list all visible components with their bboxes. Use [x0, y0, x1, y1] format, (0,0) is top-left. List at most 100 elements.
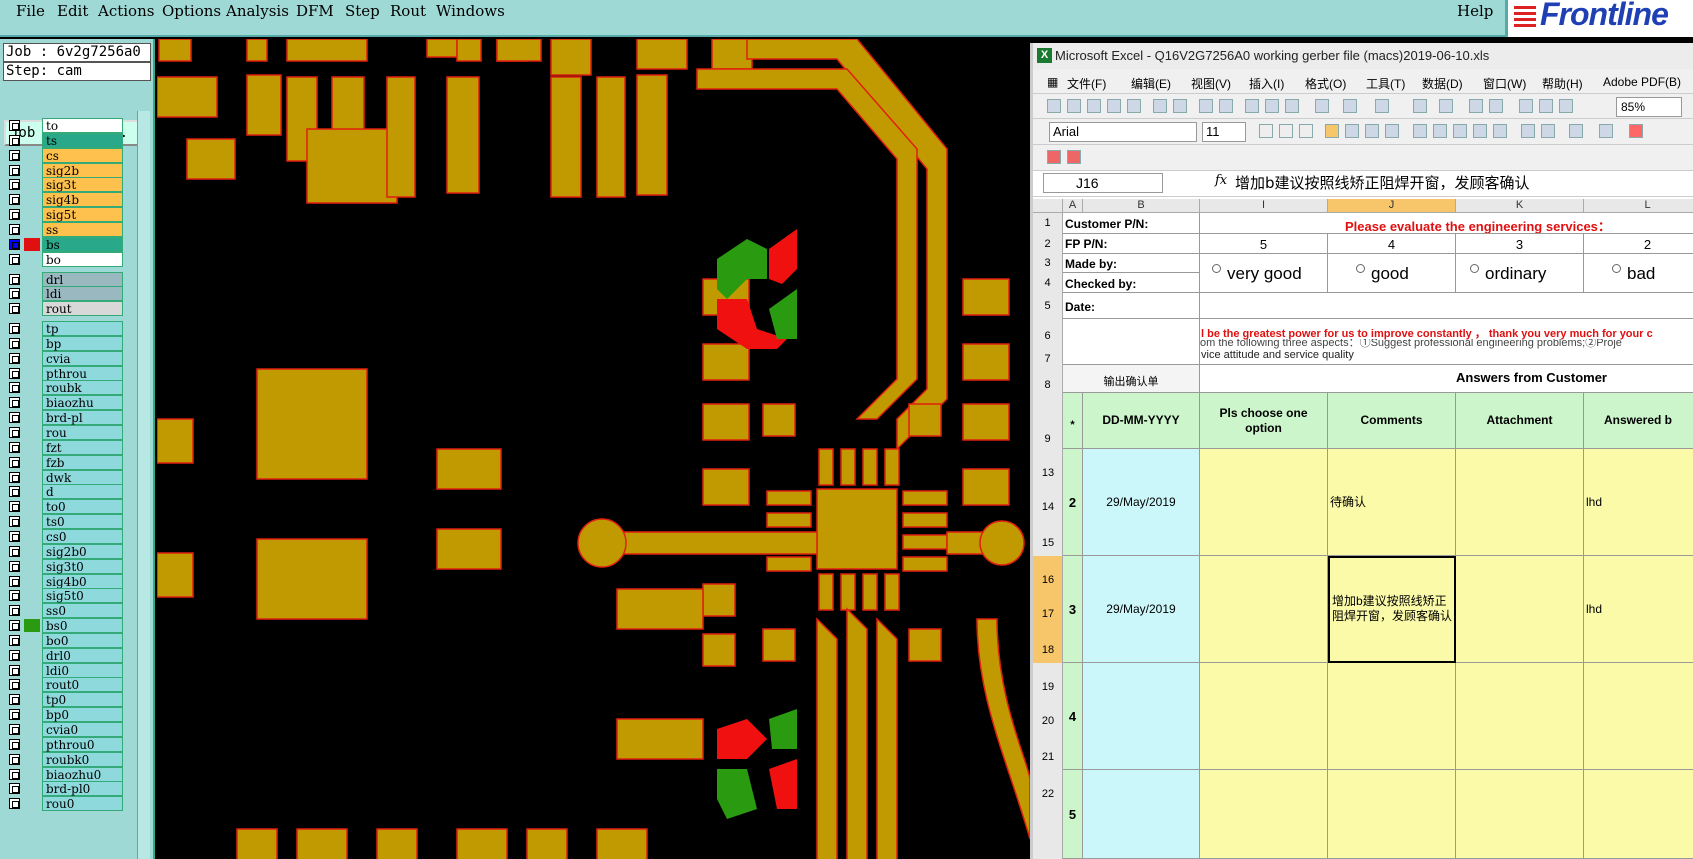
- layer-row[interactable]: sig2b: [4, 162, 123, 178]
- row-attachment[interactable]: [1456, 770, 1584, 859]
- layer-name[interactable]: drl: [42, 271, 123, 287]
- cell-score-2[interactable]: 2: [1584, 234, 1693, 254]
- cell-date[interactable]: Date:: [1063, 293, 1200, 319]
- layer-row[interactable]: rout0: [4, 677, 123, 693]
- cell-answers-heading[interactable]: Answers from Customer: [1200, 365, 1693, 393]
- header-comments[interactable]: Comments: [1328, 393, 1456, 449]
- row-number[interactable]: 2: [1063, 449, 1083, 556]
- menu-dfm[interactable]: DFM: [296, 2, 334, 20]
- menu-windows[interactable]: Windows: [436, 2, 505, 20]
- layer-name[interactable]: cvia0: [42, 722, 123, 737]
- layer-row[interactable]: fzb: [4, 454, 123, 470]
- layer-name[interactable]: rou0: [42, 796, 123, 812]
- layer-row[interactable]: dwk: [4, 469, 123, 485]
- row-date[interactable]: [1083, 663, 1200, 770]
- excel-menu-view[interactable]: 视图(V): [1191, 75, 1231, 92]
- increase-decimal-icon[interactable]: [1473, 124, 1487, 138]
- layer-row[interactable]: brd-pl0: [4, 781, 123, 797]
- cell-date-value[interactable]: [1200, 293, 1693, 319]
- layer-color-swatch[interactable]: [24, 723, 40, 736]
- row-number[interactable]: 5: [1063, 770, 1083, 859]
- col-header-l[interactable]: L: [1584, 199, 1693, 213]
- layer-color-swatch[interactable]: [24, 500, 40, 513]
- layer-row[interactable]: ss0: [4, 603, 123, 619]
- excel-menu-insert[interactable]: 插入(I): [1249, 75, 1284, 92]
- research-icon[interactable]: [1219, 99, 1233, 113]
- layer-row[interactable]: rou0: [4, 796, 123, 812]
- layer-checkbox[interactable]: [9, 149, 20, 161]
- layer-color-swatch[interactable]: [24, 768, 40, 781]
- row-header-9[interactable]: 9: [1033, 393, 1063, 449]
- row-attachment[interactable]: [1456, 556, 1584, 663]
- layer-row[interactable]: biaozhu: [4, 395, 123, 411]
- sort-descending-icon[interactable]: [1489, 99, 1503, 113]
- layer-name[interactable]: biaozhu0: [42, 766, 123, 782]
- sort-ascending-icon[interactable]: [1469, 99, 1483, 113]
- layer-name[interactable]: sig4b0: [42, 573, 123, 589]
- layer-color-swatch[interactable]: [24, 134, 40, 147]
- header-answered-by[interactable]: Answered b: [1584, 393, 1693, 449]
- layer-color-swatch[interactable]: [24, 411, 40, 424]
- layer-row[interactable]: bs: [4, 236, 123, 252]
- pdf-email-icon[interactable]: [1067, 150, 1081, 164]
- layer-color-swatch[interactable]: [24, 575, 40, 588]
- layer-row[interactable]: sig2b0: [4, 543, 123, 559]
- layer-color-swatch[interactable]: [24, 287, 40, 300]
- layer-checkbox[interactable]: [9, 288, 20, 300]
- layer-row[interactable]: cvia: [4, 350, 123, 366]
- italic-icon[interactable]: [1279, 124, 1293, 138]
- layer-row[interactable]: cvia0: [4, 722, 123, 737]
- layer-checkbox[interactable]: [9, 516, 20, 528]
- borders-icon[interactable]: [1569, 124, 1583, 138]
- help-icon[interactable]: [1559, 99, 1573, 113]
- layer-color-swatch[interactable]: [24, 619, 40, 633]
- row-number[interactable]: 3: [1063, 556, 1083, 663]
- layer-row[interactable]: sig3t: [4, 177, 123, 193]
- layer-color-swatch[interactable]: [24, 178, 40, 191]
- layer-row[interactable]: tp: [4, 321, 123, 337]
- layer-name[interactable]: to: [42, 118, 123, 133]
- layer-color-swatch[interactable]: [24, 381, 40, 394]
- cell-row7-service[interactable]: vice attitude and service quality: [1200, 349, 1693, 365]
- spelling-icon[interactable]: [1199, 99, 1213, 113]
- new-file-icon[interactable]: [1047, 99, 1061, 113]
- row-option[interactable]: [1200, 556, 1328, 663]
- layer-name[interactable]: tp0: [42, 692, 123, 708]
- layer-name[interactable]: cs: [42, 147, 123, 163]
- layer-color-swatch[interactable]: [24, 237, 40, 251]
- cut-icon[interactable]: [1245, 99, 1259, 113]
- print-preview-icon[interactable]: [1173, 99, 1187, 113]
- row-date[interactable]: [1083, 770, 1200, 859]
- row-header-5[interactable]: 5: [1033, 293, 1063, 319]
- cell-made-by[interactable]: Made by:: [1063, 254, 1200, 273]
- layer-row[interactable]: fzt: [4, 439, 123, 455]
- radio-very-good[interactable]: very good: [1200, 254, 1328, 293]
- row-number[interactable]: 4: [1063, 663, 1083, 770]
- cell-score-3[interactable]: 3: [1456, 234, 1584, 254]
- layer-name[interactable]: brd-pl0: [42, 781, 123, 797]
- row-answered-by[interactable]: [1584, 663, 1693, 770]
- layer-checkbox[interactable]: [9, 649, 20, 661]
- layer-row[interactable]: bo0: [4, 632, 123, 648]
- row-date[interactable]: 29/May/2019: [1083, 449, 1200, 556]
- layer-checkbox[interactable]: [9, 709, 20, 721]
- layer-name[interactable]: cvia: [42, 350, 123, 366]
- layer-name[interactable]: rou: [42, 425, 123, 440]
- layer-row[interactable]: sig5t: [4, 207, 123, 223]
- layer-name[interactable]: bo: [42, 251, 123, 267]
- cell-customer-pn[interactable]: Customer P/N:: [1063, 213, 1200, 234]
- layer-row[interactable]: pthrou: [4, 365, 123, 381]
- menu-file[interactable]: File: [16, 2, 45, 20]
- cell-a6[interactable]: [1063, 319, 1200, 365]
- layer-color-swatch[interactable]: [24, 164, 40, 177]
- layer-name[interactable]: pthrou: [42, 365, 123, 381]
- layer-name[interactable]: brd-pl: [42, 410, 123, 426]
- layer-color-swatch[interactable]: [24, 738, 40, 751]
- layer-row[interactable]: pthrou0: [4, 736, 123, 752]
- row-header-7[interactable]: 7: [1033, 344, 1063, 365]
- row-answered-by[interactable]: lhd: [1584, 556, 1693, 663]
- layer-checkbox[interactable]: [9, 427, 20, 438]
- col-header-j[interactable]: J: [1328, 199, 1456, 213]
- print-icon[interactable]: [1153, 99, 1167, 113]
- row-comment[interactable]: [1328, 770, 1456, 859]
